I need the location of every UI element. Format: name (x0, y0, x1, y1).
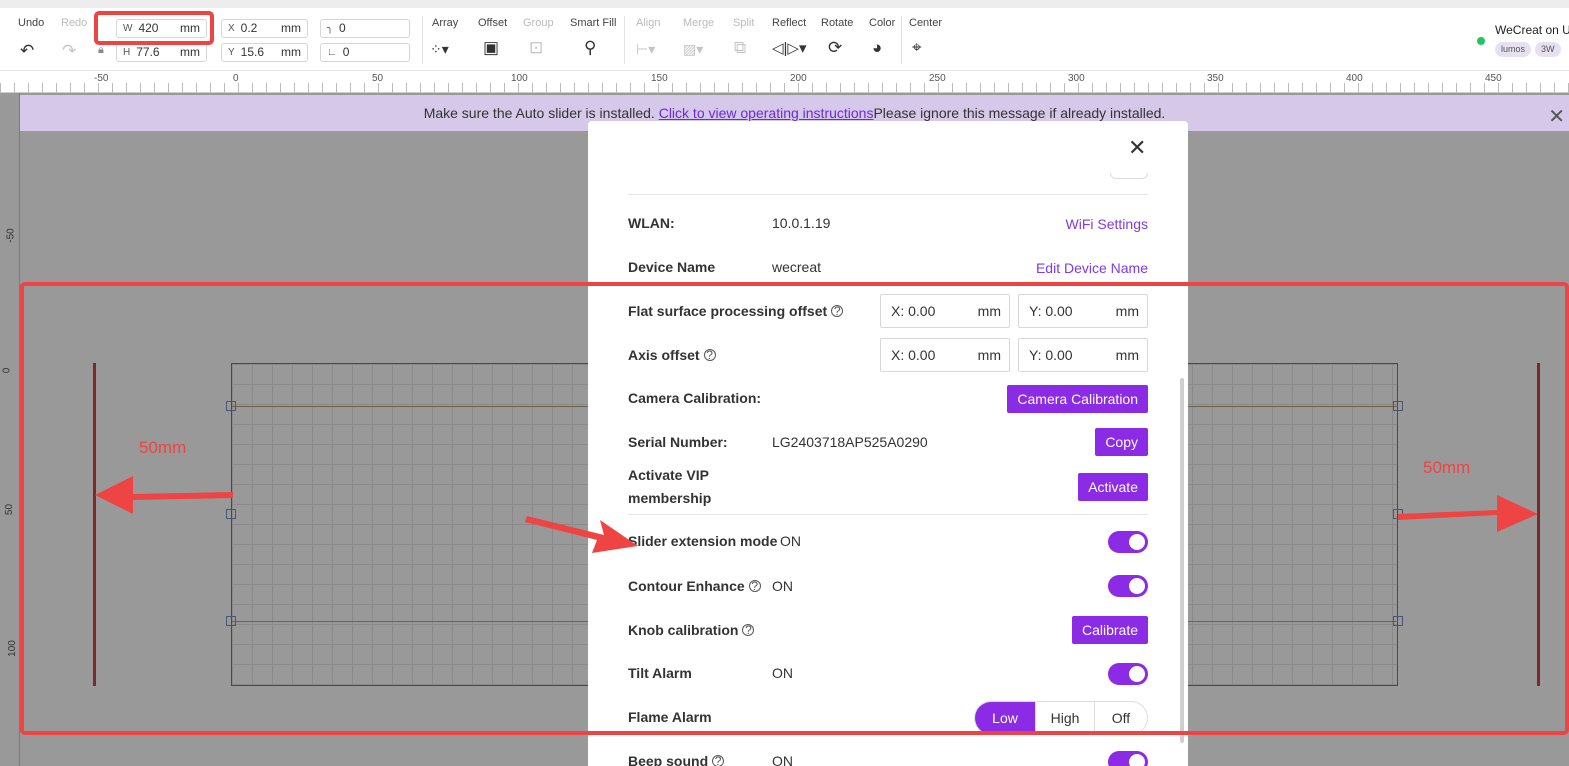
left-arrow-icon (95, 476, 233, 514)
annotation-arrows (95, 476, 1538, 553)
right-arrow-icon (1398, 495, 1538, 532)
pointer-arrow-icon (525, 516, 638, 553)
